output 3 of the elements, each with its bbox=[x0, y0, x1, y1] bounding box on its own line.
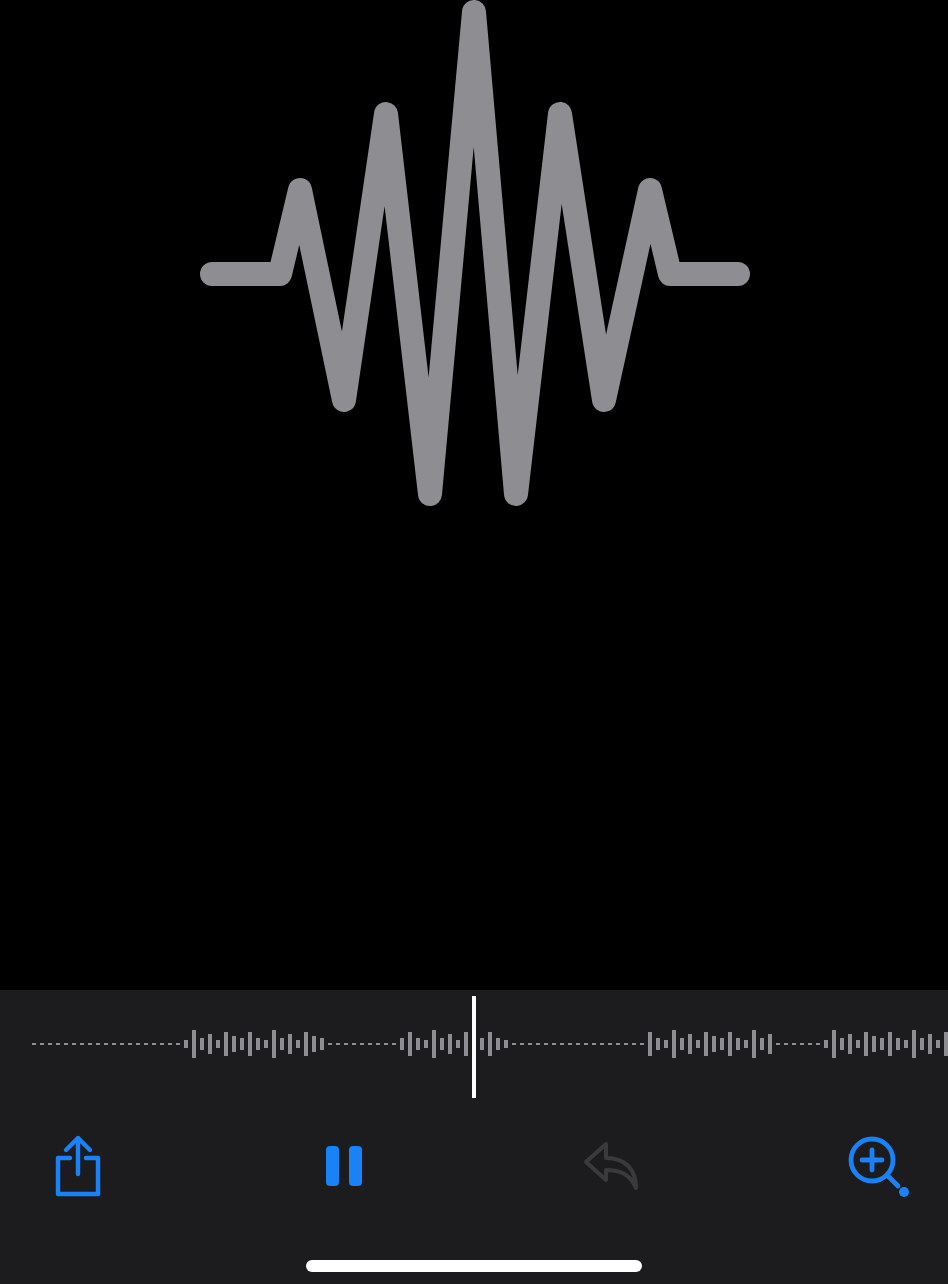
zoom-in-icon[interactable] bbox=[845, 1134, 910, 1198]
pause-icon[interactable] bbox=[324, 1144, 365, 1188]
share-icon[interactable] bbox=[52, 1134, 104, 1198]
